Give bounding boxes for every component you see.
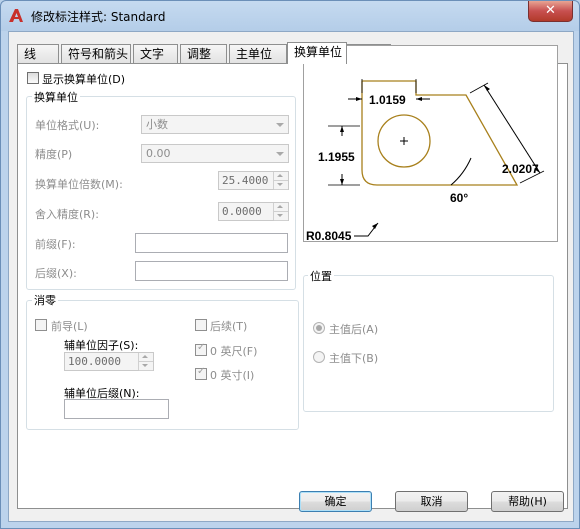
below-primary-label: 主值下(B)	[329, 352, 379, 365]
after-primary-radio[interactable]	[313, 322, 325, 334]
dim-top-text: 1.0159	[369, 93, 406, 107]
trailing-checkbox[interactable]	[195, 319, 207, 331]
multiplier-stepper[interactable]: 25.4000	[218, 171, 289, 190]
unit-format-label: 单位格式(U):	[35, 119, 100, 132]
angle-text: 60°	[450, 191, 468, 205]
suffix-input[interactable]	[135, 261, 288, 281]
leading-checkbox[interactable]	[35, 319, 47, 331]
prefix-input[interactable]	[135, 233, 288, 253]
cancel-button[interactable]: 取消	[395, 491, 468, 512]
precision-label: 精度(P)	[35, 148, 73, 161]
spin-up-icon[interactable]	[274, 203, 288, 212]
tab-lines[interactable]: 线	[17, 44, 59, 63]
title-bar[interactable]: 修改标注样式: Standard ✕	[1, 1, 579, 31]
radius-text: R0.8045	[306, 229, 352, 241]
unit-format-select[interactable]: 小数	[141, 115, 289, 134]
zero-feet-label: 0 英尺(F)	[210, 345, 258, 358]
zero-inches-checkbox[interactable]	[195, 366, 207, 380]
trailing-label: 后续(T)	[210, 320, 248, 333]
chevron-down-icon	[276, 123, 284, 127]
round-off-stepper[interactable]: 0.0000	[218, 202, 289, 221]
zero-feet-checkbox[interactable]	[195, 342, 207, 356]
multiplier-label: 换算单位倍数(M):	[35, 178, 123, 191]
precision-select[interactable]: 0.00	[141, 144, 289, 163]
spin-up-icon[interactable]	[274, 172, 288, 181]
center-mark-icon	[400, 137, 408, 145]
help-button[interactable]: 帮助(H)	[491, 491, 564, 512]
ok-button[interactable]: 确定	[299, 491, 372, 512]
alt-units-group-title: 换算单位	[32, 89, 80, 105]
prefix-label: 前缀(F):	[35, 238, 76, 251]
spin-up-icon[interactable]	[139, 353, 153, 362]
spin-down-icon[interactable]	[139, 362, 153, 371]
tab-alternate-units[interactable]: 换算单位	[287, 42, 347, 64]
window-title: 修改标注样式: Standard	[31, 10, 166, 24]
autocad-logo-icon	[9, 9, 23, 22]
preview-image: 1.0159 1.1955 2.0207 60° R0.8045	[303, 45, 558, 243]
sub-unit-factor-stepper[interactable]: 100.0000	[64, 352, 154, 371]
show-alt-units-checkbox[interactable]	[27, 72, 39, 84]
placement-group	[303, 275, 554, 412]
chevron-down-icon	[276, 152, 284, 156]
spin-down-icon[interactable]	[274, 212, 288, 221]
dimension-preview-drawing: 1.0159 1.1955 2.0207 60° R0.8045	[306, 79, 545, 243]
leading-label: 前导(L)	[51, 320, 88, 333]
dim-right-text: 2.0207	[502, 162, 539, 176]
zero-inches-label: 0 英寸(I)	[210, 369, 255, 382]
sub-unit-factor-label: 辅单位因子(S):	[64, 339, 139, 352]
tab-fit[interactable]: 调整	[180, 44, 227, 63]
sub-unit-suffix-input[interactable]	[64, 399, 169, 419]
close-button[interactable]: ✕	[528, 1, 573, 22]
placement-title: 位置	[308, 268, 334, 284]
tab-text[interactable]: 文字	[133, 44, 178, 63]
below-primary-radio[interactable]	[313, 351, 325, 363]
after-primary-label: 主值后(A)	[329, 323, 379, 336]
tab-primary-units[interactable]: 主单位	[229, 44, 287, 63]
zero-suppression-title: 消零	[32, 292, 58, 308]
dim-left-text: 1.1955	[318, 150, 355, 164]
tab-symbols-arrows[interactable]: 符号和箭头	[61, 44, 131, 63]
round-off-label: 舍入精度(R):	[35, 208, 99, 221]
show-alt-units-label: 显示换算单位(D)	[42, 73, 126, 86]
close-icon: ✕	[545, 3, 556, 18]
spin-down-icon[interactable]	[274, 181, 288, 190]
suffix-label: 后缀(X):	[35, 267, 77, 280]
